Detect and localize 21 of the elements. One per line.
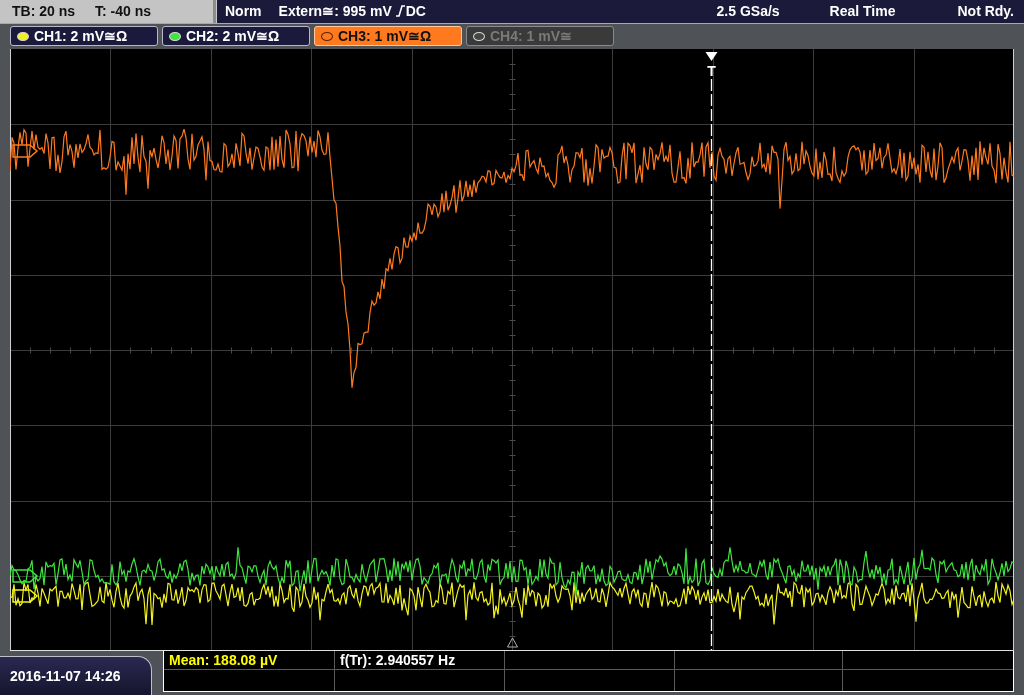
measurement-value: Mean: 188.08 µV (169, 652, 278, 668)
level-marker-icon (12, 569, 39, 583)
acquisition-mode-label: Real Time (829, 3, 896, 20)
channel-button[interactable]: CH2: 2 mV≅Ω (162, 26, 310, 47)
channel-button[interactable]: CH1: 2 mV≅Ω (10, 26, 158, 47)
level-marker-icon (12, 589, 39, 603)
sample-rate-label: 2.5 GSa/s (716, 3, 780, 20)
trigger-time-label: T: -40 ns (95, 3, 152, 20)
timebase-label: TB: 20 ns (12, 3, 75, 20)
level-marker-icon (12, 144, 39, 158)
rising-edge-icon (395, 5, 405, 18)
trigger-source-label: Extern≅: 995 mV (278, 3, 392, 20)
trigger-label: T (707, 63, 716, 79)
position-marker-icon (507, 637, 518, 648)
trigger-marker-icon (705, 52, 718, 61)
trigger-mode-label: Norm (225, 3, 262, 20)
status-label: Not Rdy. (957, 3, 1014, 20)
channel-button[interactable]: CH3: 1 mV≅Ω (314, 26, 462, 47)
timestamp-tab[interactable]: 2016-11-07 14:26 (0, 656, 152, 695)
measurement-value: f(Tr): 2.940557 Hz (340, 652, 456, 668)
trigger-coupling-label: DC (405, 3, 426, 20)
